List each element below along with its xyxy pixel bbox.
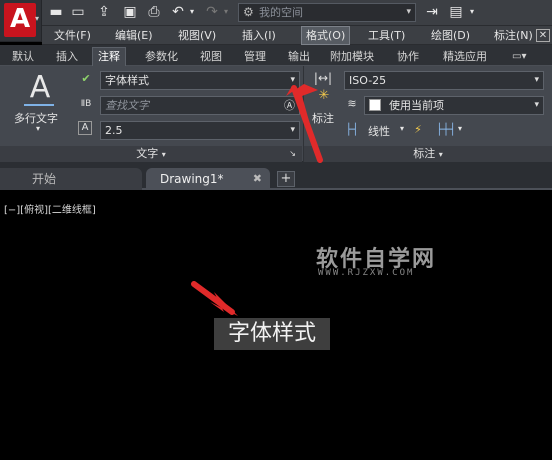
find-text-placeholder: 查找文字 (105, 99, 149, 112)
text-style-combo[interactable]: 字体样式 ▾ (100, 71, 300, 90)
save-icon[interactable]: ▣ (122, 4, 138, 20)
tab-manage[interactable]: 管理 (244, 47, 266, 66)
tab-addins[interactable]: 附加模块 (330, 47, 374, 66)
chevron-down-icon: ▾ (438, 150, 443, 159)
menu-edit[interactable]: 编辑(E) (115, 26, 153, 45)
multiline-text-dropdown-icon[interactable]: ▾ (36, 124, 40, 133)
autocad-logo-icon: A (4, 3, 36, 37)
tab-parametric[interactable]: 参数化 (145, 47, 178, 66)
linear-dimension-icon: ├┤ (345, 123, 359, 136)
ribbon-panels: A 多行文字 ▾ ✔ 字体样式 ▾ ⅡB 查找文字 Ⓐ A 2.5 ▾ 文字 ▾… (0, 66, 552, 162)
title-bar: ▬ ▭ ⇪ ▣ ⎙ ↶ ▾ ↷ ▾ ⚙ 我的空间 ▾ ⇥ ▤ ▾ (0, 0, 552, 26)
qa-dropdown-icon[interactable]: ▾ (464, 4, 480, 20)
chevron-down-icon: ▾ (290, 75, 295, 85)
workspace-selector[interactable]: ⚙ 我的空间 ▾ (238, 3, 416, 22)
menu-view[interactable]: 视图(V) (178, 26, 216, 45)
menu-dimension[interactable]: 标注(N) (494, 26, 533, 45)
tab-start-label: 开始 (32, 172, 57, 186)
tab-collaborate[interactable]: 协作 (397, 47, 419, 66)
text-height-icon: A (78, 121, 92, 135)
text-style-value: 字体样式 (105, 74, 149, 87)
chevron-down-icon: ▾ (406, 7, 411, 17)
publish-icon[interactable]: ▤ (448, 4, 464, 20)
tab-view[interactable]: 视图 (200, 47, 222, 66)
tab-overflow-icon[interactable]: ▭▾ (512, 47, 526, 66)
find-text-input[interactable]: 查找文字 Ⓐ (100, 96, 300, 115)
tab-featured-apps[interactable]: 精选应用 (443, 47, 487, 66)
tab-drawing1-label: Drawing1* (160, 172, 224, 186)
multiline-text-icon[interactable]: A (22, 70, 58, 105)
text-height-value: 2.5 (105, 124, 123, 137)
dimension-style-value: ISO-25 (349, 74, 387, 87)
find-text-icon: ⅡB (80, 99, 92, 109)
linear-dropdown-icon[interactable]: ▾ (400, 124, 404, 133)
selected-text-object[interactable]: 字体样式 (214, 318, 330, 350)
menu-format[interactable]: 格式(O) (301, 26, 351, 45)
app-menu-caret-icon: ▾ (35, 14, 40, 23)
menu-insert[interactable]: 插入(I) (242, 26, 276, 45)
close-icon[interactable]: ✕ (536, 29, 550, 42)
tab-start[interactable]: 开始 (16, 168, 142, 190)
menu-tools[interactable]: 工具(T) (368, 26, 405, 45)
find-search-icon[interactable]: Ⓐ (284, 97, 295, 114)
multiline-text-underline (24, 104, 54, 106)
text-panel-title-label: 文字 (136, 147, 159, 160)
layer-stack-icon: ≋ (347, 97, 357, 110)
menu-draw[interactable]: 绘图(D) (431, 26, 470, 45)
dimension-panel-title-label: 标注 (413, 147, 436, 160)
redo-dropdown-icon[interactable]: ▾ (218, 4, 234, 20)
text-panel-title[interactable]: 文字 ▾ ↘ (0, 146, 302, 162)
dimension-layer-combo[interactable]: 使用当前项 ▾ (364, 96, 544, 115)
chevron-down-icon: ▾ (534, 75, 539, 85)
layer-color-swatch (369, 99, 381, 111)
dimension-style-combo[interactable]: ISO-25 ▾ (344, 71, 544, 90)
quick-dimension-icon[interactable]: ⚡ (410, 122, 426, 138)
text-height-combo[interactable]: 2.5 ▾ (100, 121, 300, 140)
panel-launcher-icon[interactable]: ↘ (289, 146, 296, 162)
share-icon[interactable]: ⇥ (424, 4, 440, 20)
text-style-check-icon: ✔ (81, 72, 91, 85)
dimension-panel-title[interactable]: 标注 ▾ (304, 146, 552, 162)
workspace-placeholder: 我的空间 (259, 6, 303, 19)
menu-bar: 文件(F) 编辑(E) 视图(V) 插入(I) 格式(O) 工具(T) 绘图(D… (42, 26, 552, 45)
tab-drawing1[interactable]: Drawing1* ✖ (146, 168, 270, 190)
chevron-down-icon: ▾ (290, 125, 295, 135)
dimension-icon[interactable]: |↔| (310, 70, 336, 86)
continue-dropdown-icon[interactable]: ▾ (458, 124, 462, 133)
open-folder-icon[interactable]: ▭ (70, 4, 86, 20)
tab-default[interactable]: 默认 (12, 47, 34, 66)
close-tab-icon[interactable]: ✖ (253, 168, 262, 190)
watermark-url: WWW.RJZXW.COM (318, 268, 415, 278)
open-web-icon[interactable]: ⇪ (96, 4, 112, 20)
dimension-spark-icon: ✳ (318, 88, 330, 103)
continue-dimension-icon[interactable]: ├┼┤ (436, 122, 456, 138)
tab-annotate[interactable]: 注释 (92, 47, 126, 66)
tab-output[interactable]: 输出 (288, 47, 310, 66)
gear-icon: ⚙ (243, 5, 254, 19)
dimension-layer-value: 使用当前项 (389, 99, 444, 112)
ribbon-tab-bar: 默认 插入 注释 参数化 视图 管理 输出 附加模块 协作 精选应用 ▭▾ (0, 45, 552, 66)
dimension-button[interactable]: 标注 (312, 110, 334, 126)
new-file-icon[interactable]: ▬ (48, 4, 64, 20)
chevron-down-icon: ▾ (161, 150, 166, 159)
tab-insert[interactable]: 插入 (56, 47, 78, 66)
menu-file[interactable]: 文件(F) (54, 26, 91, 45)
viewport-controls-label[interactable]: [−][俯视][二维线框] (4, 201, 96, 216)
chevron-down-icon: ▾ (534, 100, 539, 110)
document-tab-bar: 开始 Drawing1* ✖ + (0, 162, 552, 190)
undo-dropdown-icon[interactable]: ▾ (184, 4, 200, 20)
new-tab-button[interactable]: + (277, 171, 295, 187)
print-icon[interactable]: ⎙ (146, 4, 162, 20)
app-menu-button[interactable]: A ▾ (0, 0, 42, 42)
linear-dimension-button[interactable]: 线性 (368, 123, 390, 139)
